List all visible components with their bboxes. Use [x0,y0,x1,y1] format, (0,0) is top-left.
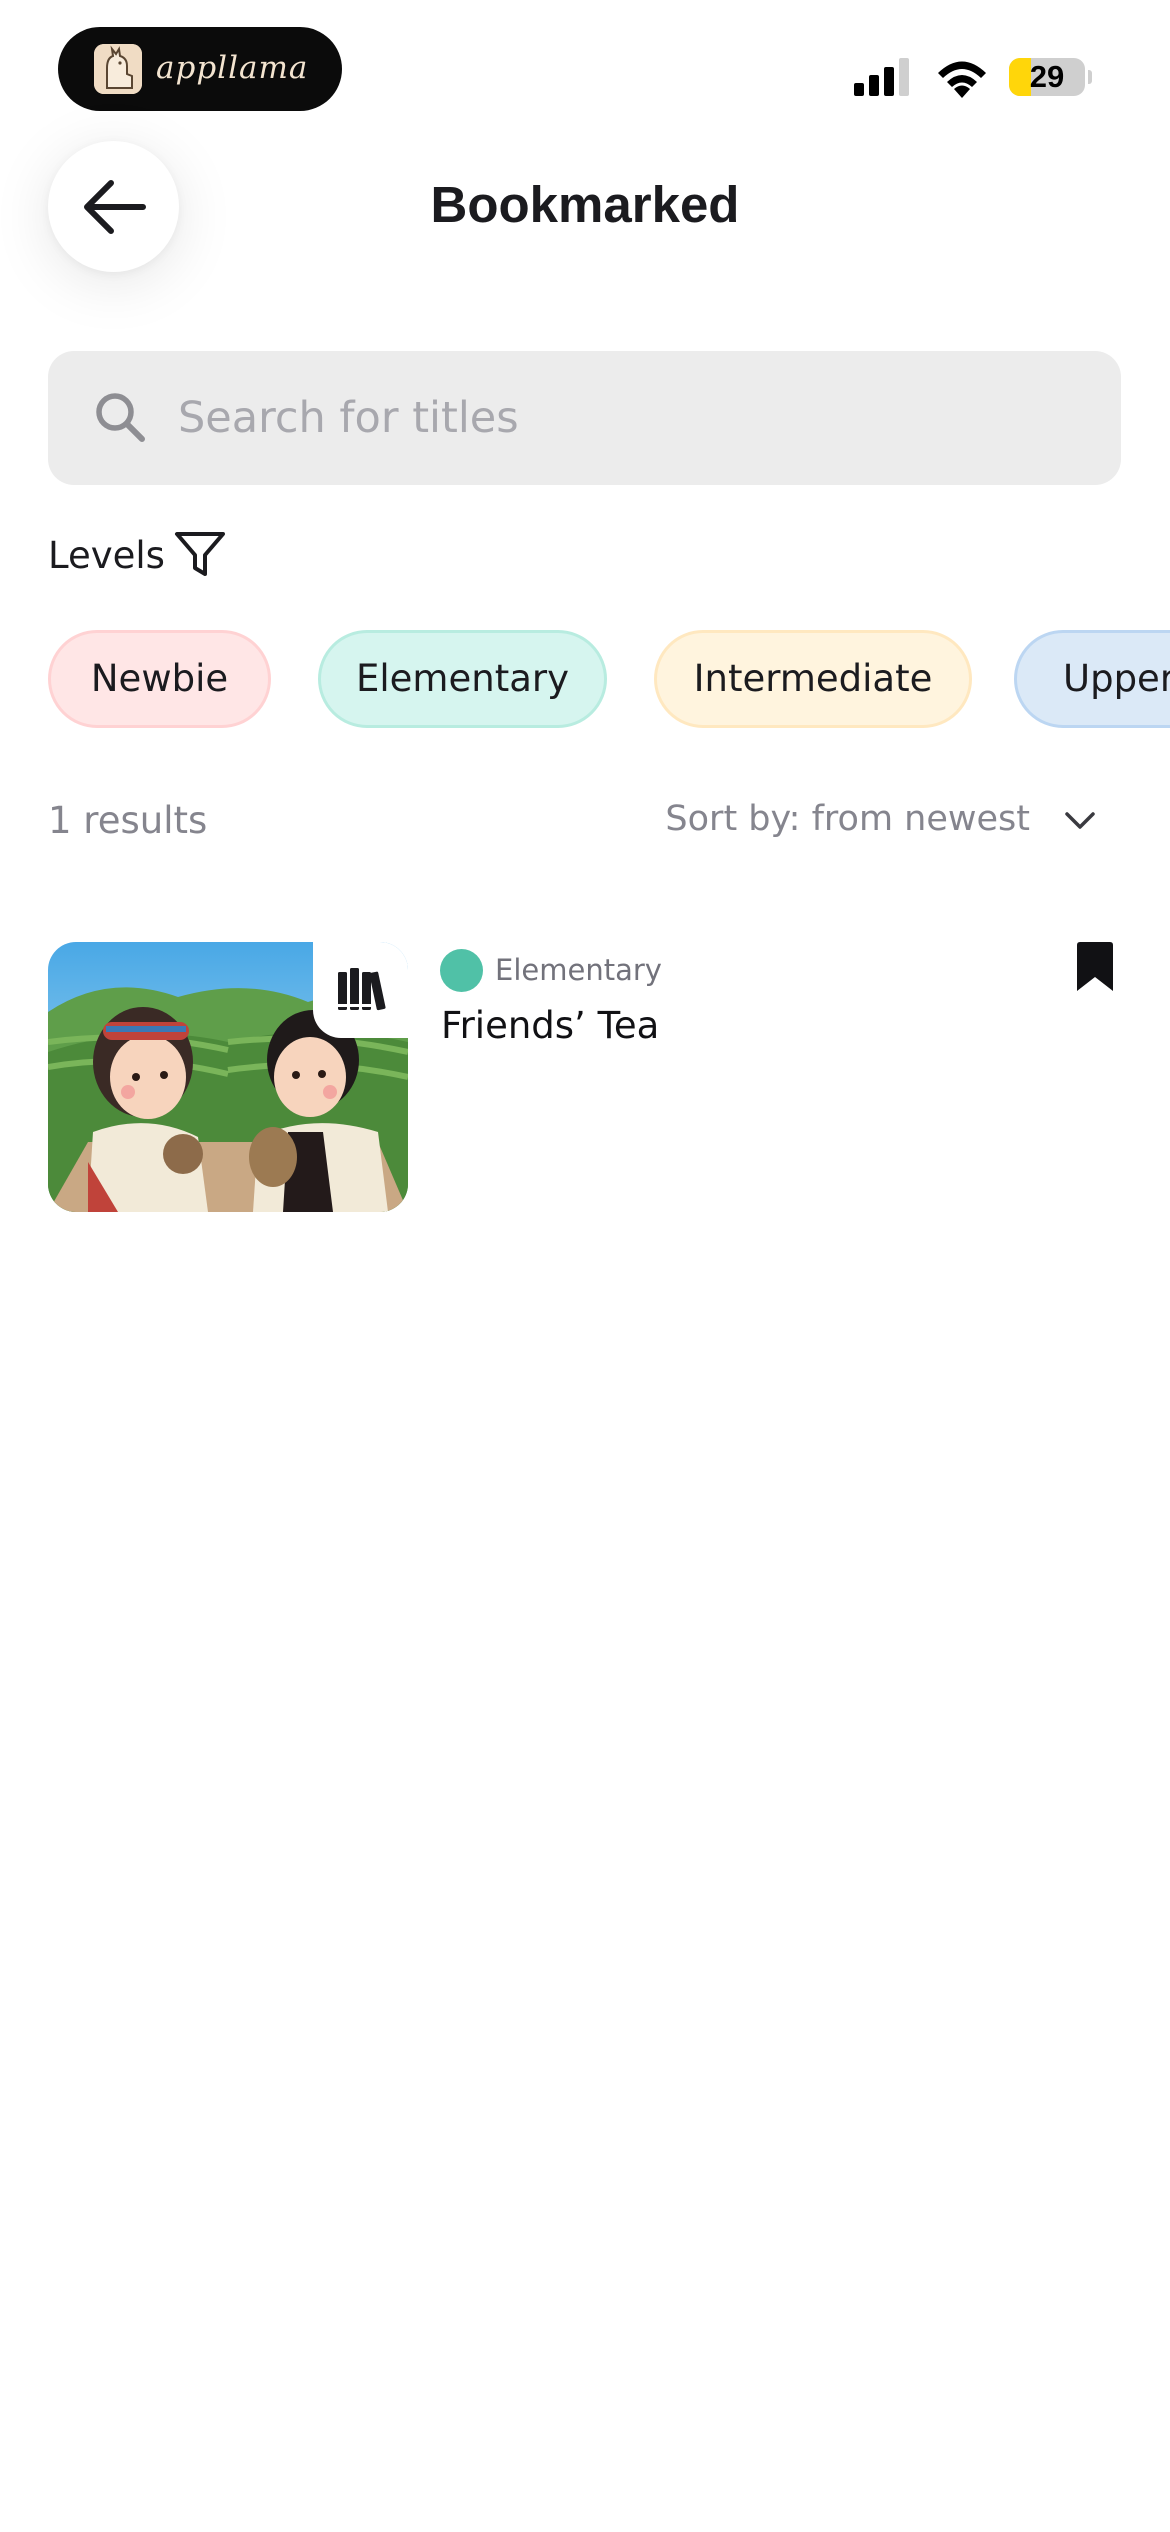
chip-intermediate[interactable]: Intermediate [654,630,972,728]
levels-label: Levels [48,534,165,577]
level-chips: Newbie Elementary Intermediate Upper [48,630,1170,730]
sort-label: Sort by: from newest [665,799,1030,839]
wifi-icon [934,58,990,102]
filter-funnel-icon[interactable] [174,530,226,584]
battery-tip [1088,70,1092,84]
item-title[interactable]: Friends’ Tea [441,1004,659,1047]
app-name: appllama [156,50,309,86]
cellular-signal-icon [854,58,914,100]
results-count: 1 results [48,799,208,842]
search-input[interactable] [178,351,1078,485]
sort-dropdown[interactable]: Sort by: from newest [665,799,1092,839]
llama-logo-icon [94,44,142,94]
books-icon [337,968,386,1011]
chip-elementary[interactable]: Elementary [318,630,607,728]
chip-newbie[interactable]: Newbie [48,630,271,728]
page-title: Bookmarked [430,176,740,233]
app-badge-pill[interactable]: appllama [58,27,342,111]
chevron-down-icon[interactable] [1063,809,1097,837]
bookmark-icon[interactable] [1074,941,1116,997]
search-icon [92,389,148,449]
search-bar[interactable] [48,351,1121,485]
battery-level: 29 [1029,59,1065,94]
battery-indicator: 29 [1009,58,1085,96]
books-icon-badge [313,942,408,1038]
item-level: Elementary [495,953,662,987]
level-color-dot [440,949,483,992]
chip-upper[interactable]: Upper [1014,630,1170,728]
